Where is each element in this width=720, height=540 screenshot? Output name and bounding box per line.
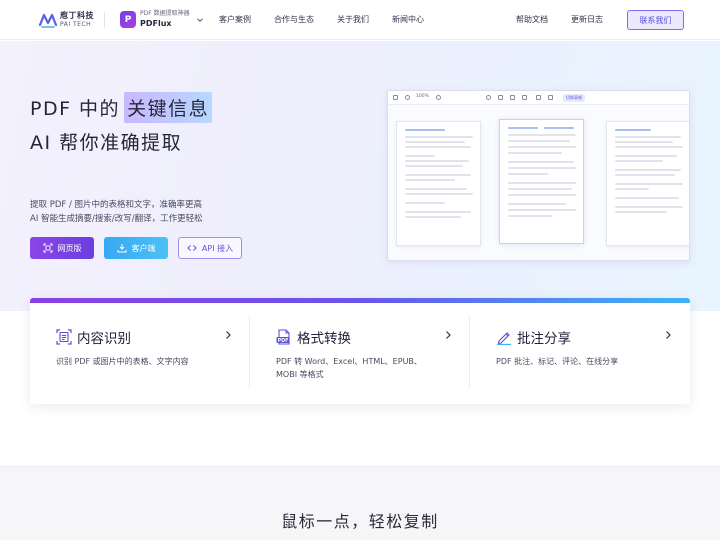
pen-annotate-icon xyxy=(497,332,511,345)
chevron-right-icon xyxy=(446,331,451,339)
api-label: API 接入 xyxy=(201,243,234,253)
logo-name-cn: 庖丁科技 xyxy=(60,11,94,20)
eye-icon xyxy=(486,95,491,100)
feature-cards: 内容识别 识别 PDF 或图片中的表格、文字内容 PDF 格式转换 PDF 转 … xyxy=(30,298,690,404)
feature-title: 批注分享 xyxy=(517,331,571,347)
feature-annotation-sharing[interactable]: 批注分享 PDF 批注、标记、评论、在线分享 xyxy=(470,303,690,404)
feature-description: 识别 PDF 或图片中的表格、文字内容 xyxy=(56,355,189,368)
hero-headline-prefix: PDF 中的 xyxy=(30,98,121,120)
hero-headline-line2: AI 帮你准确提取 xyxy=(30,132,183,154)
feature-description-line: PDF 批注、标记、评论、在线分享 xyxy=(496,357,619,366)
code-icon xyxy=(187,245,197,251)
switch-table-chip: 切换表格 xyxy=(563,94,585,102)
nav-item-about[interactable]: 关于我们 xyxy=(337,14,369,25)
pdf-file-icon: PDF xyxy=(276,329,290,345)
feature-format-conversion[interactable]: PDF 格式转换 PDF 转 Word、Excel、HTML、EPUB、 MOB… xyxy=(250,303,470,404)
feature-content-recognition[interactable]: 内容识别 识别 PDF 或图片中的表格、文字内容 xyxy=(30,303,250,404)
nav-item-changelog[interactable]: 更新日志 xyxy=(571,14,603,25)
scan-icon xyxy=(43,243,52,253)
screenshot-icon xyxy=(510,95,515,100)
zoom-in-icon xyxy=(436,95,441,100)
hero-headline-line1: PDF 中的 关键信息 xyxy=(30,92,213,123)
preview-toolbar: 100% 切换表格 xyxy=(388,91,689,105)
product-tagline: PDF 数据提取神器 xyxy=(140,10,190,17)
preview-page-2 xyxy=(499,119,584,244)
client-download-button[interactable]: 客户端 xyxy=(104,237,168,259)
zoom-level: 100% xyxy=(416,94,429,99)
feature-description: PDF 转 Word、Excel、HTML、EPUB、 MOBI 等格式 xyxy=(276,355,422,381)
chevron-right-icon xyxy=(666,331,671,339)
client-label: 客户端 xyxy=(131,243,156,253)
feature-description: PDF 批注、标记、评论、在线分享 xyxy=(496,355,618,368)
feature-description-line: MOBI 等格式 xyxy=(276,370,324,379)
document-scan-icon xyxy=(56,329,72,345)
contact-us-button[interactable]: 联系我们 xyxy=(627,10,684,30)
web-version-label: 网页版 xyxy=(57,243,82,253)
folder-icon xyxy=(393,95,398,100)
nav-item-news[interactable]: 新闻中心 xyxy=(392,14,424,25)
nav-item-help-docs[interactable]: 帮助文档 xyxy=(516,14,548,25)
select-icon xyxy=(498,95,503,100)
hero-description: 提取 PDF / 图片中的表格和文字，准确率更高 AI 智能生成摘要/搜索/改写… xyxy=(30,198,203,226)
header-divider xyxy=(104,12,105,28)
zoom-out-icon xyxy=(405,95,410,100)
logo-name-en: PAI TECH xyxy=(60,21,92,28)
feature-title: 格式转换 xyxy=(297,331,351,347)
chevron-right-icon xyxy=(226,331,231,339)
pdf-viewer-preview: 100% 切换表格 xyxy=(387,90,690,261)
grid-icon xyxy=(548,95,553,100)
nav-item-partners[interactable]: 合作与生态 xyxy=(274,14,314,25)
preview-page-3 xyxy=(606,121,689,246)
section-title: 鼠标一点，轻松复制 xyxy=(281,512,439,531)
chevron-down-icon xyxy=(196,17,203,22)
hero-description-line1: 提取 PDF / 图片中的表格和文字，准确率更高 xyxy=(30,200,203,210)
pai-tech-logo-icon xyxy=(38,13,58,28)
api-access-button[interactable]: API 接入 xyxy=(178,237,242,259)
hero-headline-highlight: 关键信息 xyxy=(124,92,213,123)
product-name: PDFlux xyxy=(140,19,172,28)
web-version-button[interactable]: 网页版 xyxy=(30,237,94,259)
nav-item-cases[interactable]: 客户案例 xyxy=(219,14,251,25)
feature-description-line: 识别 PDF 或图片中的表格、文字内容 xyxy=(56,357,189,366)
feature-title: 内容识别 xyxy=(77,331,131,347)
preview-page-1 xyxy=(396,121,481,246)
download-icon xyxy=(117,244,126,253)
feature-description-line: PDF 转 Word、Excel、HTML、EPUB、 xyxy=(276,357,422,366)
menu-icon xyxy=(536,95,541,100)
pdflux-app-icon: P xyxy=(120,11,136,28)
company-logo[interactable]: 庖丁科技 PAI TECH xyxy=(38,10,94,30)
hero-description-line2: AI 智能生成摘要/搜索/改写/翻译，工作更轻松 xyxy=(30,214,203,224)
svg-text:PDF: PDF xyxy=(278,338,289,344)
search-icon xyxy=(522,95,527,100)
top-nav-bar: 庖丁科技 PAI TECH P PDF 数据提取神器 PDFlux 客户案例 合… xyxy=(0,0,720,40)
product-switcher[interactable]: P PDF 数据提取神器 PDFlux xyxy=(120,11,204,28)
